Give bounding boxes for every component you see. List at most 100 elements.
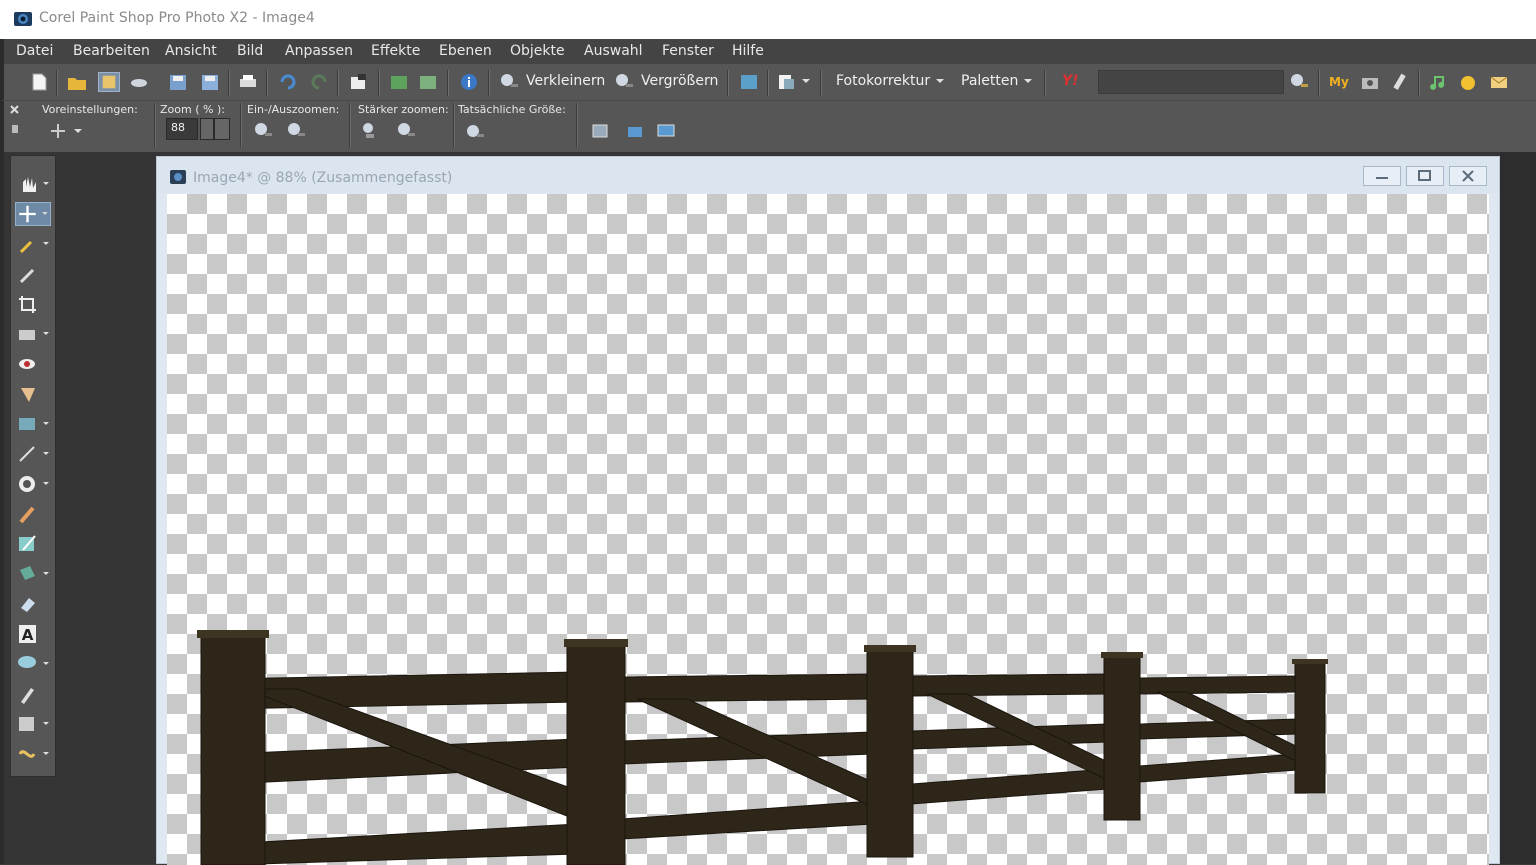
red-eye-tool-icon[interactable] xyxy=(15,352,51,376)
fence-rail xyxy=(1138,675,1298,695)
brush-tool-icon[interactable] xyxy=(15,502,51,526)
maximize-icon xyxy=(1418,170,1431,181)
presets-dropdown[interactable] xyxy=(48,121,84,141)
zoom-in-button[interactable]: Vergrößern xyxy=(641,73,718,89)
my-yahoo-button[interactable]: My xyxy=(1329,75,1349,89)
zoom-out-icon[interactable] xyxy=(498,72,520,92)
document-title-bar[interactable]: Image4* @ 88% (Zusammengefasst) xyxy=(157,157,1499,193)
toolbar-separator xyxy=(56,70,58,96)
options-separator xyxy=(576,103,578,147)
image-canvas[interactable] xyxy=(167,194,1489,865)
dropper-tool-icon[interactable] xyxy=(15,262,51,286)
clone-tool-icon[interactable] xyxy=(15,412,51,436)
flood-fill-tool-icon[interactable] xyxy=(15,562,51,586)
actual-size-icon[interactable] xyxy=(464,121,486,141)
fit-window-icon[interactable] xyxy=(589,121,611,141)
dodge-tool-icon[interactable] xyxy=(15,472,51,496)
close-pin-icon[interactable] xyxy=(8,103,22,139)
straighten-tool-icon[interactable] xyxy=(15,322,51,346)
full-screen-icon[interactable] xyxy=(655,121,677,141)
photo-import-icon[interactable] xyxy=(388,72,410,92)
photo-fix-dropdown[interactable]: Fotokorrektur xyxy=(836,73,945,89)
actual-size-label: Tatsächliche Größe: xyxy=(458,103,566,116)
fit-image-icon[interactable] xyxy=(624,121,646,141)
copy-special-dropdown-icon[interactable] xyxy=(802,79,810,83)
photo-album-icon[interactable] xyxy=(417,72,439,92)
zoom-spinner[interactable] xyxy=(200,118,214,140)
menu-objekte[interactable]: Objekte xyxy=(510,43,565,59)
search-go-icon[interactable] xyxy=(1288,72,1310,92)
palettes-dropdown[interactable]: Paletten xyxy=(961,73,1033,89)
zoom-out-button[interactable]: Verkleinern xyxy=(526,73,605,89)
post-cap xyxy=(197,630,269,638)
fence-post xyxy=(866,646,914,858)
menu-fenster[interactable]: Fenster xyxy=(662,43,714,59)
minimize-button[interactable] xyxy=(1363,166,1401,186)
standard-toolbar: Verkleinern Vergrößern Fotokorrektur Pal… xyxy=(0,64,1536,100)
music-icon[interactable] xyxy=(1428,72,1450,92)
browse-icon[interactable] xyxy=(98,72,120,92)
options-separator xyxy=(349,103,351,147)
toolbar-separator xyxy=(488,70,490,96)
zoom-inout-label: Ein-/Auszoomen: xyxy=(247,103,340,116)
yahoo-button[interactable]: Y! xyxy=(1062,73,1079,89)
mail-icon[interactable] xyxy=(1488,72,1510,92)
warp-tool-icon[interactable] xyxy=(15,742,51,766)
zoom-more-out-icon[interactable] xyxy=(360,121,382,141)
maximize-button[interactable] xyxy=(1406,166,1444,186)
text-tool-icon[interactable]: A xyxy=(15,622,51,646)
tools-icon[interactable] xyxy=(1389,72,1411,92)
preset-shape-tool-icon[interactable] xyxy=(15,652,51,676)
menu-ansicht[interactable]: Ansicht xyxy=(165,43,217,59)
save-as-icon[interactable] xyxy=(199,72,221,92)
chevron-down-icon xyxy=(936,79,945,83)
menu-bearbeiten[interactable]: Bearbeiten xyxy=(73,43,150,59)
makeover-tool-icon[interactable] xyxy=(15,382,51,406)
fence-post xyxy=(200,631,266,865)
redo-icon[interactable] xyxy=(308,72,330,92)
camera-icon[interactable] xyxy=(1359,72,1381,92)
web-upload-icon[interactable] xyxy=(738,72,760,92)
crop-tool-icon[interactable] xyxy=(15,292,51,316)
print-icon[interactable] xyxy=(237,72,259,92)
zoom-in-small-icon[interactable] xyxy=(285,121,307,141)
pan-tool-icon[interactable] xyxy=(15,172,51,196)
menu-anpassen[interactable]: Anpassen xyxy=(285,43,353,59)
options-separator xyxy=(240,103,242,147)
scan-icon[interactable] xyxy=(128,72,150,92)
fence-image xyxy=(197,630,1328,865)
color-replacer-tool-icon[interactable] xyxy=(15,532,51,556)
menu-datei[interactable]: Datei xyxy=(16,43,53,59)
menu-auswahl[interactable]: Auswahl xyxy=(584,43,643,59)
move-tool-icon[interactable] xyxy=(15,202,51,226)
menu-effekte[interactable]: Effekte xyxy=(371,43,420,59)
chevron-down-icon xyxy=(1024,79,1033,83)
menu-bild[interactable]: Bild xyxy=(237,43,263,59)
toolbar-separator xyxy=(266,70,268,96)
menu-ebenen[interactable]: Ebenen xyxy=(439,43,492,59)
close-button[interactable] xyxy=(1449,166,1487,186)
messenger-icon[interactable] xyxy=(1458,72,1480,92)
tools-toolbar: A xyxy=(10,155,56,777)
copy-special-icon[interactable] xyxy=(776,72,798,92)
pen-tool-icon[interactable] xyxy=(15,682,51,706)
save-icon[interactable] xyxy=(167,72,189,92)
menu-hilfe[interactable]: Hilfe xyxy=(732,43,764,59)
image-settings-icon[interactable] xyxy=(348,72,370,92)
zoom-dropdown[interactable] xyxy=(214,118,230,140)
eraser-tool-icon[interactable] xyxy=(15,592,51,616)
picture-tube-tool-icon[interactable] xyxy=(15,712,51,736)
info-icon[interactable] xyxy=(458,72,480,92)
magic-wand-tool-icon[interactable] xyxy=(15,232,51,256)
new-file-icon[interactable] xyxy=(28,72,50,92)
zoom-out-small-icon[interactable] xyxy=(252,121,274,141)
zoom-more-in-icon[interactable] xyxy=(395,121,417,141)
zoom-in-icon[interactable] xyxy=(613,72,635,92)
search-input[interactable] xyxy=(1098,70,1284,94)
right-panel-area xyxy=(1500,152,1536,864)
scratch-remover-tool-icon[interactable] xyxy=(15,442,51,466)
undo-icon[interactable] xyxy=(277,72,299,92)
open-folder-icon[interactable] xyxy=(66,72,88,92)
toolbar-separator xyxy=(378,70,380,96)
zoom-percent-field[interactable]: 88 xyxy=(166,118,198,140)
